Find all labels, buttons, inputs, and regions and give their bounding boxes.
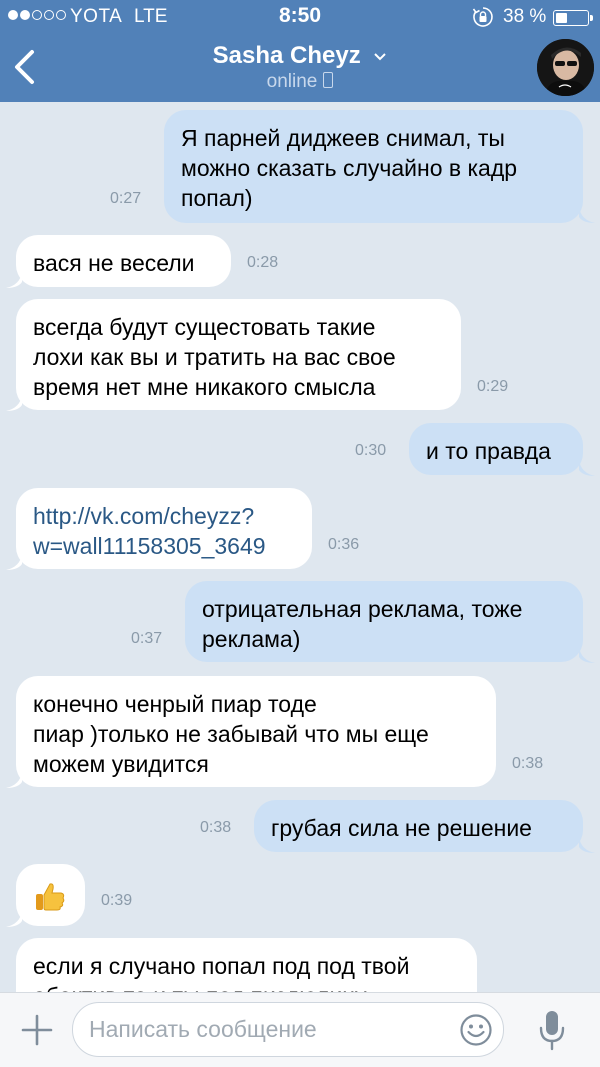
rotation-lock-icon	[472, 7, 493, 27]
message-time: 0:37	[131, 630, 163, 647]
message-time: 0:30	[355, 442, 387, 459]
message-list[interactable]: Я парней диджеев снимал, ты можно сказат…	[0, 102, 600, 992]
online-status: online	[0, 71, 600, 93]
message-time: 0:28	[247, 254, 279, 271]
battery-percentage: 38 %	[503, 6, 547, 27]
emoji-icon[interactable]	[459, 1013, 493, 1047]
bubble-tail	[6, 554, 22, 570]
message-input[interactable]	[72, 1002, 504, 1057]
battery-icon	[553, 10, 593, 26]
message-text: реклама)	[202, 626, 301, 652]
message-text: можем увидится	[33, 751, 209, 777]
message-text: конечно ченрый пиар тоде	[33, 691, 317, 717]
message-bubble[interactable]: и то правда	[409, 423, 583, 475]
message-bubble[interactable]: всегда будут сущестовать такие лохи как …	[16, 299, 461, 410]
message-text: время нет мне никакого смысла	[33, 374, 376, 400]
message-bubble[interactable]: отрицательная реклама, тоже реклама)	[185, 581, 583, 662]
message-text: лохи как вы и тратить на вас свое	[33, 344, 396, 370]
message-text: всегда будут сущестовать такие	[33, 314, 376, 340]
bubble-tail	[6, 272, 22, 288]
message-bubble[interactable]: http://vk.com/cheyzz? w=wall11158305_364…	[16, 488, 312, 569]
message-bubble[interactable]: грубая сила не решение	[254, 800, 583, 852]
message-bubble[interactable]: если я случано попал под под твой обекти…	[16, 938, 477, 992]
online-label: online	[266, 71, 318, 92]
chat-title[interactable]: Sasha Cheyz	[0, 42, 600, 70]
message-text: обектив то и ты под пиздюлину	[33, 981, 461, 992]
message-text: попал)	[181, 185, 253, 211]
message-bubble[interactable]: конечно ченрый пиар тоде пиар )только не…	[16, 676, 496, 787]
plus-icon[interactable]	[20, 1013, 54, 1047]
message-text: если я случано попал под под твой	[33, 953, 410, 979]
microphone-icon[interactable]	[537, 1009, 567, 1051]
message-bubble[interactable]: вася не весели	[16, 235, 231, 287]
bubble-tail	[6, 911, 22, 927]
thumbs-up-icon	[36, 883, 65, 911]
message-text: вася не весели	[33, 250, 195, 276]
message-time: 0:36	[328, 536, 360, 553]
chevron-down-icon	[374, 52, 387, 61]
message-text: пиар )только не забывай что мы еще	[33, 721, 429, 747]
message-text: можно сказать случайно в кадр	[181, 155, 518, 181]
bubble-tail	[579, 647, 595, 663]
message-text: грубая сила не решение	[271, 815, 532, 841]
message-link[interactable]: w=wall11158305_3649	[33, 531, 296, 561]
status-bar: YOTA LTE 8:50 38 %	[0, 0, 600, 34]
message-time: 0:38	[512, 755, 544, 772]
contact-name: Sasha Cheyz	[212, 42, 361, 69]
message-time: 0:39	[101, 892, 133, 909]
message-text: отрицательная реклама, тоже	[202, 596, 523, 622]
top-bar: YOTA LTE 8:50 38 % Sasha Cheyz online	[0, 0, 600, 102]
message-composer	[0, 992, 600, 1067]
message-time: 0:27	[110, 190, 142, 207]
bubble-tail	[579, 837, 595, 853]
mobile-icon	[323, 72, 334, 88]
avatar[interactable]	[537, 39, 594, 96]
message-text: и то правда	[426, 438, 551, 464]
message-time: 0:29	[477, 378, 509, 395]
avatar-photo	[537, 39, 594, 96]
message-link[interactable]: http://vk.com/cheyzz?	[33, 501, 296, 531]
bubble-tail	[579, 207, 595, 223]
message-bubble[interactable]	[16, 864, 85, 926]
bubble-tail	[6, 772, 22, 788]
bubble-tail	[579, 460, 595, 476]
message-text: Я парней диджеев снимал, ты	[181, 125, 505, 151]
bubble-tail	[6, 395, 22, 411]
message-bubble[interactable]: Я парней диджеев снимал, ты можно сказат…	[164, 110, 583, 223]
message-time: 0:38	[200, 819, 232, 836]
